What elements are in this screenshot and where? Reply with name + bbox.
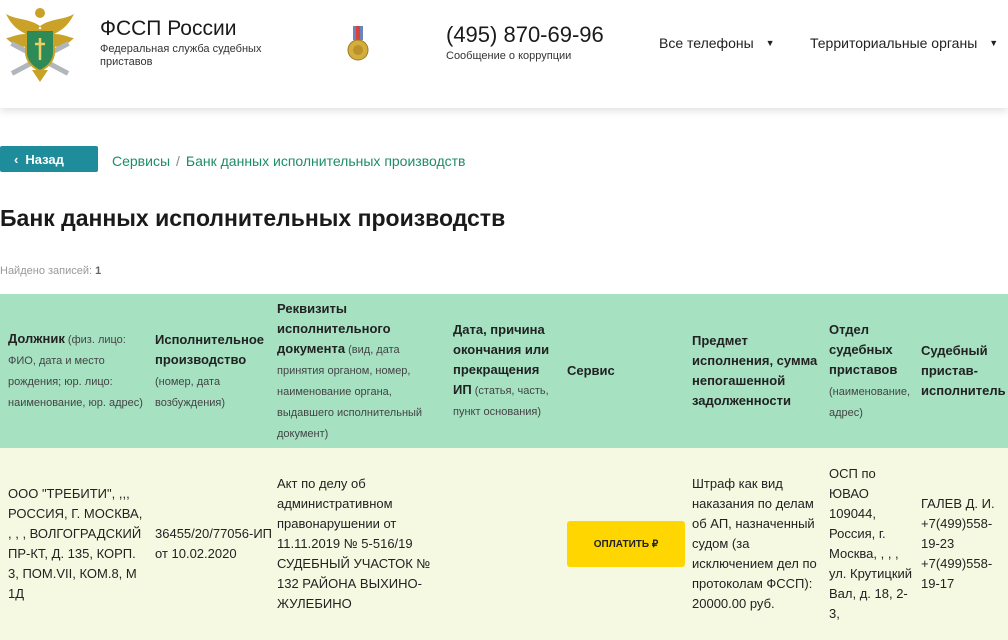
back-button-label: Назад [25,151,64,167]
back-button[interactable]: ‹ Назад [0,146,98,172]
page-title: Банк данных исполнительных производств [0,205,506,231]
cell-end-reason [453,448,559,640]
column-header-proceeding: Исполнительное производство (номер, дата… [155,294,269,448]
cell-subject: Штраф как вид наказания по делам об АП, … [692,476,817,611]
breadcrumb: Сервисы / Банк данных исполнительных произ… [112,153,466,169]
column-header-end-reason: Дата, причина окончания или прекращения … [453,294,559,448]
column-title: Отдел судебных приставов [829,321,898,377]
column-header-service: Сервис [567,294,682,448]
nav-all-phones[interactable]: Все телефоны ▼ [659,35,775,51]
caret-down-icon: ▼ [989,38,999,48]
column-subtitle: (номер, дата возбуждения) [155,375,226,409]
results-table: Должник (физ. лицо: ФИО, дата и место ро… [0,294,1008,640]
nav-all-phones-label: Все телефоны [659,35,754,51]
cell-department: ОСП по ЮВАО 109044, Россия, г. Москва, ,… [829,466,913,621]
records-found-label: Найдено записей: [0,265,93,277]
breadcrumb-enforcement-db[interactable]: Банк данных исполнительных производств [186,153,466,169]
site-header: ФССП России Федеральная служба судебных … [0,0,1008,108]
cell-bailiff: ГАЛЕВ Д. И. +7(499)558-19-23 +7(499)558-… [921,496,995,591]
medal-icon [347,26,369,61]
cell-proceeding: 36455/20/77056-ИП от 10.02.2020 [155,526,272,561]
breadcrumb-separator: / [176,153,180,169]
column-title: Судебный пристав-исполнитель [921,343,1006,398]
brand-subtitle: Федеральная служба судебных приставов [100,43,262,68]
column-header-department: Отдел судебных приставов (наименование, … [829,294,915,448]
column-subtitle: (наименование, адрес) [829,385,911,419]
caret-down-icon: ▼ [765,38,775,48]
breadcrumb-services[interactable]: Сервисы [112,153,170,169]
cell-debtor: ООО "ТРЕБИТИ", ,,, РОССИЯ, Г. МОСКВА, , … [8,486,143,601]
chevron-left-icon: ‹ [14,151,19,167]
nav-territorial-bodies-label: Территориальные органы [810,35,978,51]
records-found-count: 1 [95,265,102,277]
phone-number[interactable]: (495) 870-69-96 [446,22,604,48]
pay-button[interactable]: ОПЛАТИТЬ ₽ [567,521,685,567]
column-subtitle: (вид, дата принятия органом, номер, наим… [277,343,423,440]
table-header: Должник (физ. лицо: ФИО, дата и место ро… [0,294,1008,448]
cell-service: ОПЛАТИТЬ ₽ [567,448,685,640]
column-header-debtor: Должник (физ. лицо: ФИО, дата и место ро… [8,294,150,448]
nav-territorial-bodies[interactable]: Территориальные органы ▼ [810,35,998,51]
column-title: Должник [8,331,65,346]
phone-caption: Сообщение о коррупции [446,50,572,62]
column-title: Исполнительное производство [155,331,265,367]
brand-title[interactable]: ФССП России [100,17,236,41]
cell-document: Акт по делу об административном правонар… [277,476,431,611]
column-header-bailiff: Судебный пристав-исполнитель [921,294,1008,448]
column-header-document: Реквизиты исполнительного документа (вид… [277,294,445,448]
column-title: Предмет исполнения, сумма непогашенной з… [692,333,818,408]
column-title: Сервис [567,363,615,378]
records-found: Найдено записей: 1 [0,265,101,277]
table-row: ООО "ТРЕБИТИ", ,,, РОССИЯ, Г. МОСКВА, , … [0,448,1008,640]
column-header-subject: Предмет исполнения, сумма непогашенной з… [692,294,822,448]
fssp-emblem-icon[interactable] [4,4,76,84]
